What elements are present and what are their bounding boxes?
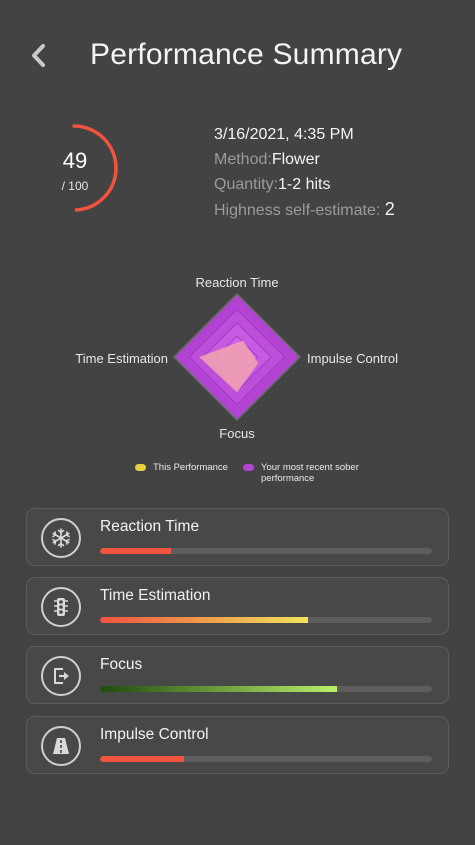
legend-sober-label: Your most recent sober performance bbox=[261, 462, 359, 484]
chevron-left-icon bbox=[32, 44, 45, 67]
axis-label-time-estimation: Time Estimation bbox=[75, 351, 168, 366]
metric-card-reaction-time[interactable]: Reaction Time bbox=[26, 508, 449, 566]
metric-progress-fill bbox=[100, 686, 338, 692]
metric-progress-fill bbox=[100, 548, 172, 554]
highness-value: 2 bbox=[384, 199, 395, 219]
radar-legend: This Performance Your most recent sober … bbox=[135, 462, 435, 492]
exit-door-icon bbox=[41, 656, 81, 696]
metric-card-focus[interactable]: Focus bbox=[26, 646, 449, 704]
metric-progress-fill bbox=[100, 756, 184, 762]
quantity-row: Quantity:1-2 hits bbox=[214, 172, 464, 197]
header: Performance Summary bbox=[0, 0, 475, 110]
session-info: 3/16/2021, 4:35 PM Method:Flower Quantit… bbox=[214, 122, 464, 222]
legend-this-label: This Performance bbox=[153, 462, 228, 473]
legend-swatch-sober bbox=[243, 464, 254, 471]
session-datetime: 3/16/2021, 4:35 PM bbox=[214, 126, 354, 143]
highness-label: Highness self-estimate: bbox=[214, 202, 381, 219]
road-icon bbox=[41, 726, 81, 766]
snowflake-icon bbox=[41, 518, 81, 558]
score-value: 49 bbox=[62, 148, 88, 173]
score-max: / 100 bbox=[61, 179, 89, 193]
method-value: Flower bbox=[271, 151, 320, 168]
metric-name: Impulse Control bbox=[100, 726, 209, 743]
method-row: Method:Flower bbox=[214, 147, 464, 172]
radar-chart: Reaction Time Impulse Control Focus Time… bbox=[75, 275, 398, 441]
legend-this-performance: This Performance bbox=[135, 462, 228, 473]
axis-label-focus: Focus bbox=[219, 426, 255, 441]
metric-progress-track bbox=[100, 548, 432, 554]
metric-card-impulse-control[interactable]: Impulse Control bbox=[26, 716, 449, 774]
quantity-label: Quantity: bbox=[214, 176, 279, 193]
legend-swatch-this bbox=[135, 464, 146, 471]
metric-progress-track bbox=[100, 617, 432, 623]
traffic-light-icon bbox=[41, 587, 81, 627]
metric-name: Reaction Time bbox=[100, 518, 200, 535]
axis-label-reaction-time: Reaction Time bbox=[195, 275, 278, 290]
method-label: Method: bbox=[214, 151, 272, 168]
metric-progress-track bbox=[100, 686, 432, 692]
metric-progress-fill bbox=[100, 617, 309, 623]
legend-sober-performance: Your most recent sober performance bbox=[243, 462, 383, 484]
metric-card-time-estimation[interactable]: Time Estimation bbox=[26, 577, 449, 635]
highness-row: Highness self-estimate: 2 bbox=[214, 197, 464, 222]
axis-label-impulse-control: Impulse Control bbox=[307, 351, 398, 366]
metric-name: Focus bbox=[100, 656, 143, 673]
quantity-value: 1-2 hits bbox=[278, 176, 331, 193]
metric-progress-track bbox=[100, 756, 432, 762]
page-title: Performance Summary bbox=[90, 38, 403, 71]
metric-name: Time Estimation bbox=[100, 587, 211, 604]
back-button[interactable] bbox=[24, 38, 54, 74]
